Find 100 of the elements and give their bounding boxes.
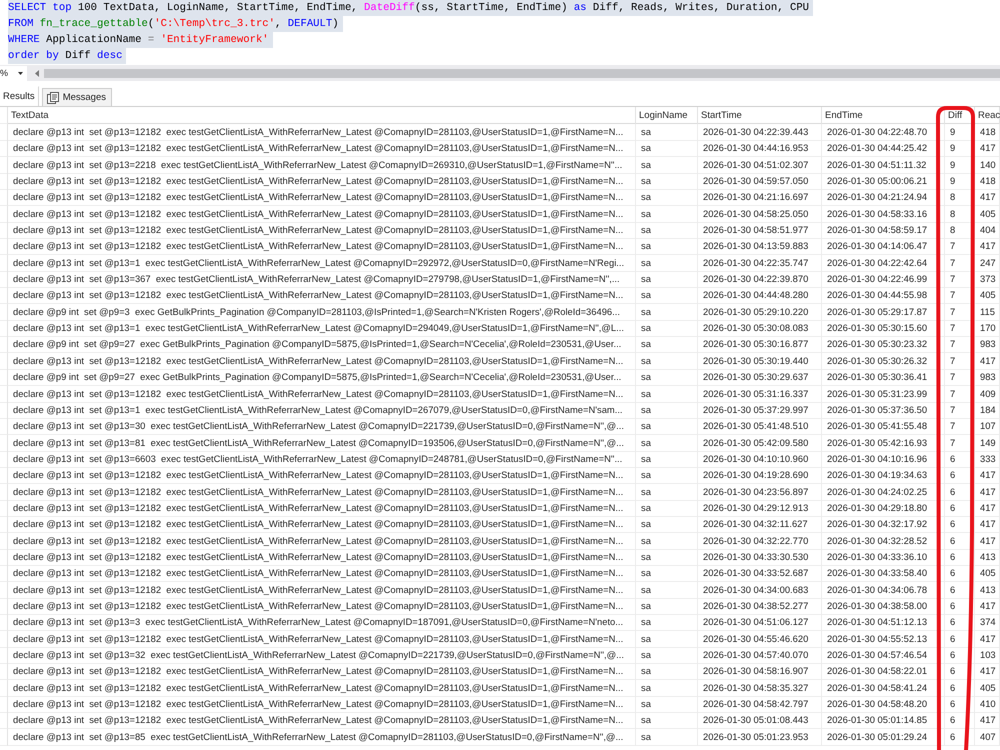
- table-cell: sa: [636, 418, 698, 436]
- table-cell: 2026-01-30 05:30:19.440: [698, 352, 822, 370]
- scrollbar-thumb[interactable]: [44, 68, 1000, 78]
- table-cell: 103: [975, 647, 1000, 664]
- table-cell: 2026-01-30 04:55:46.620: [698, 630, 822, 648]
- table-cell: 6: [945, 565, 975, 582]
- table-cell: 2026-01-30 04:22:42.64: [822, 254, 945, 272]
- table-cell: 9: [945, 124, 975, 141]
- column-header: EndTime: [822, 107, 945, 124]
- table-cell: 417: [975, 484, 1000, 501]
- table-cell: 2026-01-30 05:30:26.32: [822, 352, 945, 370]
- table-cell: 409: [975, 386, 1000, 402]
- table-cell: 2026-01-30 04:13:59.883: [698, 238, 822, 256]
- table-cell: 9: [945, 173, 975, 190]
- table-cell: 405: [975, 287, 1000, 304]
- table-cell: 417: [975, 598, 1000, 615]
- table-cell: 2026-01-30 04:58:16.907: [698, 663, 822, 680]
- table-cell: 7: [945, 386, 975, 402]
- table-cell: declare @p13 int set @p13=12182 exec testGetClientListA_WithReferrarNew_Latest @ComapnyID=281103,@UserStatusID=1,@FirstName=N...: [8, 173, 636, 190]
- table-cell: 2026-01-30 04:51:02.307: [698, 156, 822, 174]
- table-cell: sa: [636, 156, 698, 174]
- table-cell: declare @p13 int set @p13=12182 exec testGetClientListA_WithReferrarNew_Latest @ComapnyID=281103,@UserStatusID=1,@FirstName=N...: [8, 386, 636, 402]
- table-cell: 6: [945, 663, 975, 680]
- table-cell: declare @p13 int set @p13=367 exec testGetClientListA_WithReferrarNew_Latest @ComapnyID=279798,@UserStatusID=1,@FirstName=N'',...: [8, 271, 636, 288]
- table-cell: 405: [975, 565, 1000, 582]
- table-cell: 6: [945, 484, 975, 501]
- table-cell: 374: [975, 614, 1000, 632]
- table-cell: declare @p13 int set @p13=12182 exec testGetClientListA_WithReferrarNew_Latest @ComapnyID=281103,@UserStatusID=1,@FirstName=N...: [8, 206, 636, 223]
- table-cell: 7: [945, 418, 975, 436]
- table-cell: 7: [945, 287, 975, 304]
- table-cell: 149: [975, 434, 1000, 452]
- table-cell: sa: [636, 696, 698, 714]
- table-cell: sa: [636, 140, 698, 158]
- table-cell: sa: [636, 663, 698, 680]
- table-cell: sa: [636, 565, 698, 582]
- table-cell: 417: [975, 712, 1000, 730]
- table-cell: sa: [636, 548, 698, 566]
- table-cell: declare @p13 int set @p13=12182 exec testGetClientListA_WithReferrarNew_Latest @ComapnyID=281103,@UserStatusID=1,@FirstName=N...: [8, 352, 636, 370]
- table-cell: sa: [636, 680, 698, 697]
- table-cell: 6: [945, 728, 975, 746]
- table-cell: 7: [945, 336, 975, 354]
- table-cell: declare @p13 int set @p13=2218 exec testGetClientListA_WithReferrarNew_Latest @ComapnyID=269310,@UserStatusID=1,@FirstName=N''...: [8, 156, 636, 174]
- table-cell: 170: [975, 320, 1000, 338]
- table-cell: 2026-01-30 05:30:36.41: [822, 369, 945, 386]
- scroll-left-icon[interactable]: [35, 70, 39, 76]
- result-tab[interactable]: Messages: [42, 88, 112, 106]
- table-cell: 6: [945, 712, 975, 730]
- document-icon: [46, 92, 59, 104]
- table-cell: sa: [636, 614, 698, 632]
- table-cell: 8: [945, 206, 975, 223]
- table-cell: sa: [636, 173, 698, 190]
- table-cell: declare @p13 int set @p13=32 exec testGetClientListA_WithReferrarNew_Latest @ComapnyID=221739,@UserStatusID=0,@FirstName=N'',@...: [8, 647, 636, 664]
- table-cell: sa: [636, 728, 698, 746]
- table-cell: 2026-01-30 04:32:22.770: [698, 532, 822, 550]
- table-cell: 2026-01-30 04:44:55.98: [822, 287, 945, 304]
- table-cell: 2026-01-30 04:29:18.80: [822, 500, 945, 517]
- table-cell: 2026-01-30 05:29:10.220: [698, 304, 822, 321]
- table-cell: 2026-01-30 04:44:48.280: [698, 287, 822, 304]
- table-cell: 2026-01-30 04:33:30.530: [698, 548, 822, 566]
- table-cell: 413: [975, 582, 1000, 599]
- table-cell: sa: [636, 484, 698, 501]
- table-cell: 2026-01-30 04:57:46.54: [822, 647, 945, 664]
- table-cell: declare @p13 int set @p13=85 exec testGetClientListA_WithReferrarNew_Latest @ComapnyID=281103,@UserStatusID=0,@FirstName=N'',@...: [8, 728, 636, 746]
- table-cell: sa: [636, 238, 698, 256]
- table-cell: 417: [975, 140, 1000, 158]
- table-cell: 2026-01-30 04:22:39.443: [698, 124, 822, 141]
- table-cell: 2026-01-30 05:30:08.083: [698, 320, 822, 338]
- table-cell: 6: [945, 532, 975, 550]
- table-cell: sa: [636, 189, 698, 206]
- table-cell: 2026-01-30 04:29:12.913: [698, 500, 822, 517]
- table-cell: declare @p13 int set @p13=12182 exec testGetClientListA_WithReferrarNew_Latest @ComapnyID=281103,@UserStatusID=1,@FirstName=N...: [8, 532, 636, 550]
- table-cell: 2026-01-30 04:44:25.42: [822, 140, 945, 158]
- table-cell: 2026-01-30 04:32:28.52: [822, 532, 945, 550]
- table-cell: 2026-01-30 04:33:36.10: [822, 548, 945, 566]
- table-cell: 2026-01-30 04:10:10.960: [698, 450, 822, 468]
- table-cell: 2026-01-30 04:51:06.127: [698, 614, 822, 632]
- table-cell: 2026-01-30 05:30:16.877: [698, 336, 822, 354]
- table-cell: sa: [636, 630, 698, 648]
- table-cell: 2026-01-30 04:21:24.94: [822, 189, 945, 206]
- table-cell: 6: [945, 614, 975, 632]
- table-cell: 2026-01-30 05:30:15.60: [822, 320, 945, 338]
- table-cell: sa: [636, 647, 698, 664]
- table-cell: 8: [945, 222, 975, 240]
- table-cell: 7: [945, 304, 975, 321]
- table-cell: 8: [945, 189, 975, 206]
- table-cell: 2026-01-30 04:58:42.797: [698, 696, 822, 714]
- table-cell: 2026-01-30 05:37:36.50: [822, 402, 945, 419]
- table-cell: 2026-01-30 04:19:28.690: [698, 467, 822, 484]
- zoom-dropdown[interactable]: %: [0, 66, 27, 80]
- table-cell: 2026-01-30 04:58:25.050: [698, 206, 822, 223]
- table-cell: declare @p13 int set @p13=3 exec testGetClientListA_WithReferrarNew_Latest @ComapnyID=187091,@UserStatusID=0,@FirstName=N'neto...: [8, 614, 636, 632]
- table-cell: 7: [945, 271, 975, 288]
- table-cell: declare @p13 int set @p13=12182 exec testGetClientListA_WithReferrarNew_Latest @ComapnyID=281103,@UserStatusID=1,@FirstName=N...: [8, 500, 636, 517]
- table-cell: 404: [975, 222, 1000, 240]
- table-cell: 2026-01-30 04:58:51.977: [698, 222, 822, 240]
- table-cell: 6: [945, 582, 975, 599]
- table-cell: 405: [975, 680, 1000, 697]
- table-cell: 2026-01-30 04:22:35.747: [698, 254, 822, 272]
- table-cell: 7: [945, 254, 975, 272]
- table-cell: 2026-01-30 05:31:16.337: [698, 386, 822, 402]
